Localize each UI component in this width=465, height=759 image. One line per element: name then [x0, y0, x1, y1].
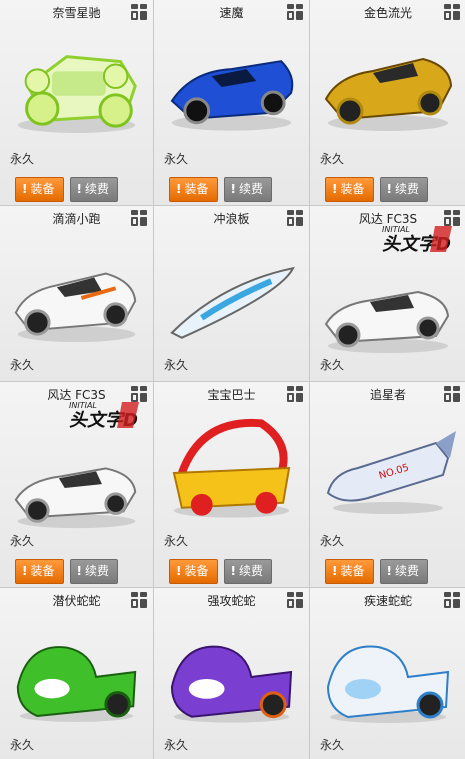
item-name: 追星者 — [369, 388, 406, 402]
blue-sports-car-icon — [162, 30, 301, 142]
renew-button[interactable]: ! 续费 — [69, 177, 118, 202]
grid-view-icon[interactable] — [287, 592, 303, 608]
item-grid: 奈雪星驰 永久 ! 装备 ! 续费 速魔 永久 ! 装备 ! 续费 金色流光 永… — [0, 0, 465, 759]
grid-view-icon[interactable] — [287, 4, 303, 20]
grid-view-icon[interactable] — [131, 592, 147, 608]
grid-view-icon[interactable] — [444, 4, 460, 20]
renew-button[interactable]: ! 续费 — [223, 559, 272, 584]
duration-label: 永久 — [320, 358, 345, 372]
equip-button[interactable]: ! 装备 — [15, 177, 64, 202]
equip-button[interactable]: ! 装备 — [169, 177, 218, 202]
renew-button[interactable]: ! 续费 — [379, 559, 428, 584]
grid-view-icon[interactable] — [444, 592, 460, 608]
item-card[interactable]: 追星者 NO.05 永久 ! 装备 ! 续费 — [310, 382, 465, 587]
white-snake-kart-icon — [318, 616, 458, 728]
item-card[interactable]: 强攻蛇蛇 永久 — [154, 588, 309, 759]
item-card[interactable]: 宝宝巴士 永久 ! 装备 ! 续费 — [154, 382, 309, 587]
grid-view-icon[interactable] — [287, 386, 303, 402]
grid-view-icon[interactable] — [444, 386, 460, 402]
duration-label: 永久 — [320, 738, 345, 752]
white-fc3s-icon — [8, 432, 145, 544]
grid-view-icon[interactable] — [287, 210, 303, 226]
duration-label: 永久 — [320, 534, 345, 548]
duration-label: 永久 — [320, 152, 345, 166]
item-name: 金色流光 — [363, 6, 412, 20]
svg-text:INITIAL: INITIAL — [69, 401, 97, 410]
equip-button[interactable]: ! 装备 — [15, 559, 64, 584]
duration-label: 永久 — [10, 534, 35, 548]
baby-bus-icon — [162, 412, 301, 524]
duration-label: 永久 — [164, 534, 189, 548]
equip-button[interactable]: ! 装备 — [169, 559, 218, 584]
item-card[interactable]: 滴滴小跑 永久 — [0, 206, 153, 381]
item-name: 疾速蛇蛇 — [363, 594, 412, 608]
renew-button[interactable]: ! 续费 — [223, 177, 272, 202]
item-card[interactable]: 风达 FC3S INITIAL 头文字D 永久 — [310, 206, 465, 381]
grid-view-icon[interactable] — [131, 210, 147, 226]
item-card[interactable]: 潜伏蛇蛇 永久 — [0, 588, 153, 759]
lime-buggy-icon — [8, 30, 145, 142]
renew-button[interactable]: ! 续费 — [69, 559, 118, 584]
renew-button[interactable]: ! 续费 — [379, 177, 428, 202]
duration-label: 永久 — [10, 358, 35, 372]
white-fc3s-icon — [318, 256, 458, 368]
gold-race-car-icon — [318, 30, 458, 142]
item-card[interactable]: 冲浪板 永久 — [154, 206, 309, 381]
item-card[interactable]: 奈雪星驰 永久 ! 装备 ! 续费 — [0, 0, 153, 205]
duration-label: 永久 — [164, 358, 189, 372]
initial-d-logo-icon: INITIAL 头文字D — [380, 220, 454, 255]
item-card[interactable]: 风达 FC3S INITIAL 头文字D 永久 ! 装备 ! 续费 — [0, 382, 153, 587]
equip-button[interactable]: ! 装备 — [325, 177, 374, 202]
grid-view-icon[interactable] — [131, 4, 147, 20]
item-name: 冲浪板 — [213, 212, 250, 226]
green-snake-kart-icon — [8, 616, 145, 728]
duration-label: 永久 — [10, 152, 35, 166]
svg-text:INITIAL: INITIAL — [382, 225, 410, 234]
white-coupe-icon — [8, 242, 145, 354]
rocket-car-icon: NO.05 — [318, 412, 458, 524]
item-name: 宝宝巴士 — [207, 388, 256, 402]
item-name: 速魔 — [219, 6, 244, 20]
item-card[interactable]: 金色流光 永久 ! 装备 ! 续费 — [310, 0, 465, 205]
purple-snake-kart-icon — [162, 616, 301, 728]
equip-button[interactable]: ! 装备 — [325, 559, 374, 584]
item-card[interactable]: 疾速蛇蛇 永久 — [310, 588, 465, 759]
item-name: 强攻蛇蛇 — [207, 594, 256, 608]
item-card[interactable]: 速魔 永久 ! 装备 ! 续费 — [154, 0, 309, 205]
initial-d-logo-icon: INITIAL 头文字D — [67, 396, 141, 431]
duration-label: 永久 — [164, 152, 189, 166]
surfboard-icon — [162, 242, 301, 354]
duration-label: 永久 — [164, 738, 189, 752]
duration-label: 永久 — [10, 738, 35, 752]
